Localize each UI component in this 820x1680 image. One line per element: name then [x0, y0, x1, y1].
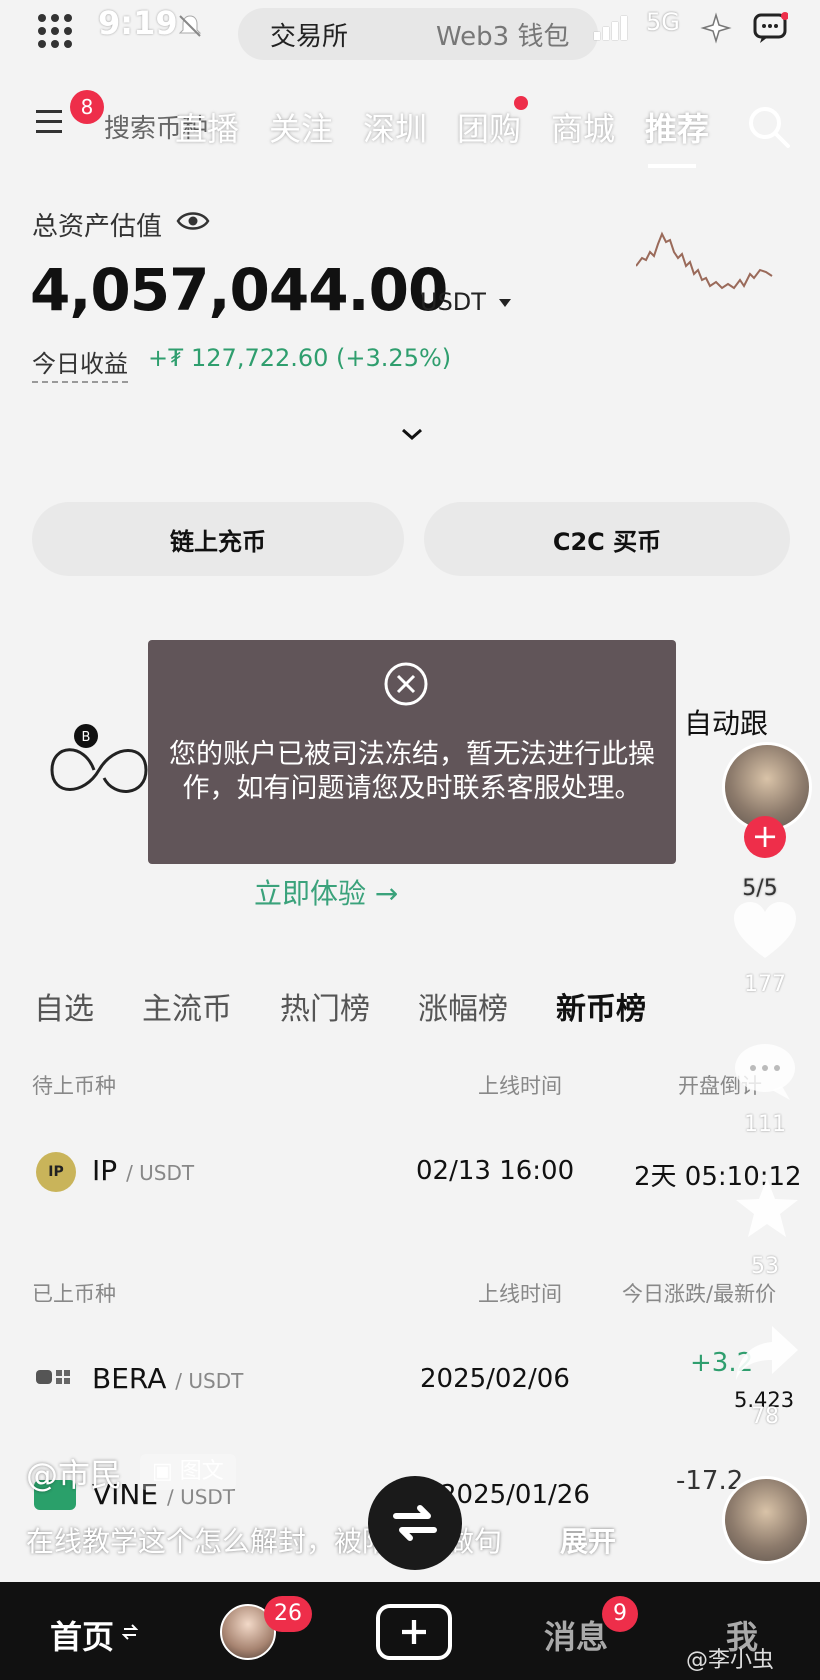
signal-icon: [594, 14, 638, 40]
auto-copy-text: 自动跟: [684, 707, 769, 740]
like-count: 177: [744, 972, 786, 997]
bera-coin-icon: [36, 1370, 70, 1384]
market-tab[interactable]: 热门榜: [280, 984, 370, 1028]
exchange-tab[interactable]: 交易所: [270, 16, 348, 53]
share-icon[interactable]: [732, 1322, 802, 1386]
upcoming-col-time: 上线时间: [478, 1074, 562, 1098]
market-tab[interactable]: 主流币: [142, 984, 232, 1028]
total-assets-value: 4,057,044.00: [30, 256, 448, 324]
toast-message: 您的账户已被司法冻结，暂无法进行此操作，如有问题请您及时联系客服处理。: [169, 739, 655, 804]
symbol-base: BERA: [92, 1362, 167, 1395]
watermark: @李小虫: [686, 1648, 775, 1673]
listed-col-time: 上线时间: [478, 1282, 562, 1306]
menu-icon[interactable]: [36, 110, 66, 136]
today-pnl-label[interactable]: 今日收益: [32, 344, 128, 383]
sparkle-icon[interactable]: [700, 12, 732, 44]
image-page-indicator: 5/5: [742, 876, 778, 901]
network-type: 5G: [646, 8, 680, 36]
symbol-base: IP: [92, 1154, 118, 1187]
upcoming-time: 02/13 16:00: [416, 1156, 575, 1186]
app-grid-icon[interactable]: [38, 14, 72, 48]
post-type-tag: ▣ 图文: [140, 1454, 236, 1490]
ip-coin-icon: IP: [36, 1152, 76, 1192]
listed-symbol[interactable]: BERA / USDT: [92, 1362, 243, 1395]
asset-sparkline: [636, 231, 773, 290]
listed-date: 2025/02/06: [420, 1364, 570, 1394]
c2c-buy-button[interactable]: C2C 买币: [424, 502, 790, 576]
messages-tab[interactable]: 消息: [544, 1612, 608, 1658]
expand-caption-button[interactable]: 展开: [560, 1520, 616, 1560]
asset-unit-select[interactable]: USDT: [420, 288, 486, 316]
today-pnl-value: +₮ 127,722.60 (+3.25%): [148, 344, 452, 372]
music-avatar[interactable]: [722, 1476, 810, 1564]
switch-arrows-icon[interactable]: [122, 1622, 138, 1642]
nav-tab[interactable]: 团购: [442, 104, 536, 154]
market-tab[interactable]: 自选: [34, 984, 94, 1028]
comment-icon[interactable]: [730, 1040, 800, 1104]
favorite-count: 53: [751, 1254, 779, 1279]
menu-badge: 8: [70, 90, 104, 124]
caret-down-icon[interactable]: [498, 298, 512, 308]
web3-wallet-tab[interactable]: Web3 钱包: [436, 16, 570, 53]
heart-icon[interactable]: [730, 900, 800, 964]
follow-button[interactable]: +: [744, 816, 786, 858]
onchain-deposit-button[interactable]: 链上充币: [32, 502, 404, 576]
close-icon[interactable]: [382, 660, 430, 708]
market-tab-active[interactable]: 新币榜: [556, 984, 646, 1028]
copy-trading-illustration: B: [50, 724, 148, 793]
nav-tab-active[interactable]: 推荐: [630, 104, 724, 154]
home-tab[interactable]: 首页: [50, 1612, 114, 1658]
listed-col-change: 今日涨跌/最新价: [622, 1282, 777, 1306]
eye-icon[interactable]: [176, 208, 210, 234]
nav-notification-dot: [514, 96, 528, 110]
market-tabs: 自选 主流币 热门榜 涨幅榜 新币榜: [34, 984, 694, 1028]
messages-badge: 9: [602, 1596, 638, 1632]
listed-date: 2025/01/26: [440, 1480, 590, 1510]
image-post-icon: ▣: [152, 1459, 180, 1484]
symbol-quote: / USDT: [126, 1161, 195, 1185]
post-author[interactable]: @市民: [26, 1450, 122, 1496]
chat-icon[interactable]: [752, 12, 788, 44]
search-icon[interactable]: [746, 104, 792, 150]
svg-text:B: B: [82, 730, 91, 745]
share-count: 78: [751, 1404, 779, 1429]
friends-badge: 26: [264, 1596, 312, 1632]
market-tab[interactable]: 涨幅榜: [418, 984, 508, 1028]
try-now-link[interactable]: 立即体验 →: [254, 872, 398, 912]
upcoming-col-symbol: 待上币种: [32, 1074, 116, 1098]
nav-tab[interactable]: 直播: [160, 104, 254, 154]
nav-tab[interactable]: 商城: [536, 104, 630, 154]
total-assets-label: 总资产估值: [32, 212, 163, 242]
muted-bell-icon: [178, 15, 202, 37]
nav-tab[interactable]: 关注: [254, 104, 348, 154]
upcoming-symbol[interactable]: IP / USDT: [92, 1154, 194, 1187]
create-post-icon[interactable]: [376, 1604, 452, 1660]
chevron-down-icon[interactable]: [400, 426, 424, 442]
nav-tab[interactable]: 深圳: [348, 104, 442, 154]
refresh-icon[interactable]: [368, 1476, 462, 1570]
status-time: 9:19: [98, 4, 178, 42]
video-nav-tabs: 直播 关注 深圳 团购 商城 推荐: [160, 104, 724, 154]
star-icon[interactable]: [732, 1176, 802, 1240]
symbol-quote: / USDT: [175, 1369, 244, 1393]
listed-col-symbol: 已上币种: [32, 1282, 116, 1306]
comment-count: 111: [744, 1112, 786, 1137]
nav-active-underline: [648, 164, 696, 168]
post-type-label: 图文: [179, 1459, 224, 1484]
